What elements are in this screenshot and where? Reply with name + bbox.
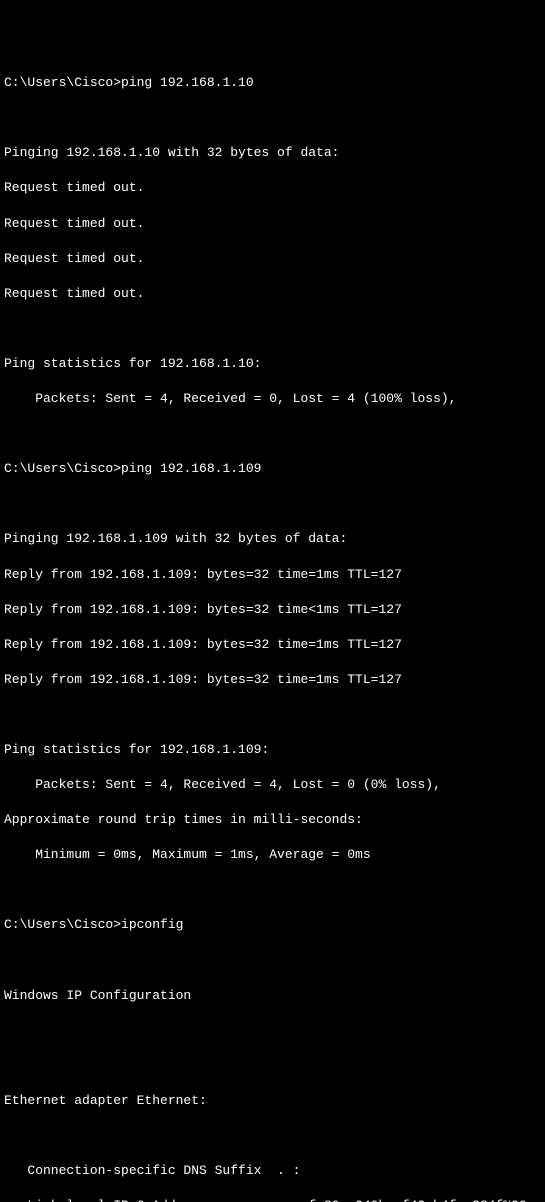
- ipconfig-header: Windows IP Configuration: [4, 987, 541, 1005]
- ping2-reply-4: Reply from 192.168.1.109: bytes=32 time=…: [4, 671, 541, 689]
- ping2-stats-header: Ping statistics for 192.168.1.109:: [4, 741, 541, 759]
- blank: [4, 495, 541, 513]
- ping2-reply-1: Reply from 192.168.1.109: bytes=32 time=…: [4, 566, 541, 584]
- ping2-reply-2: Reply from 192.168.1.109: bytes=32 time<…: [4, 601, 541, 619]
- blank: [4, 320, 541, 338]
- prompt-line-2[interactable]: C:\Users\Cisco>ping 192.168.1.109: [4, 460, 541, 478]
- ping2-packets: Packets: Sent = 4, Received = 4, Lost = …: [4, 776, 541, 794]
- prompt-path: C:\Users\Cisco>: [4, 75, 121, 90]
- ping2-rtt: Minimum = 0ms, Maximum = 1ms, Average = …: [4, 846, 541, 864]
- blank: [4, 1022, 541, 1040]
- blank: [4, 706, 541, 724]
- ping2-header: Pinging 192.168.1.109 with 32 bytes of d…: [4, 530, 541, 548]
- ping2-rtt-header: Approximate round trip times in milli-se…: [4, 811, 541, 829]
- blank: [4, 1057, 541, 1075]
- ping1-stats-header: Ping statistics for 192.168.1.10:: [4, 355, 541, 373]
- prompt-line-3[interactable]: C:\Users\Cisco>ipconfig: [4, 916, 541, 934]
- command-text: ping 192.168.1.109: [121, 461, 261, 476]
- dns-suffix: Connection-specific DNS Suffix . :: [4, 1162, 541, 1180]
- ping1-reply-3: Request timed out.: [4, 250, 541, 268]
- ping1-packets: Packets: Sent = 4, Received = 0, Lost = …: [4, 390, 541, 408]
- command-text: ping 192.168.1.10: [121, 75, 254, 90]
- ipv6-address: Link-local IPv6 Address . . . . . : fe80…: [4, 1197, 541, 1202]
- blank: [4, 425, 541, 443]
- ping1-reply-4: Request timed out.: [4, 285, 541, 303]
- prompt-path: C:\Users\Cisco>: [4, 917, 121, 932]
- command-text: ipconfig: [121, 917, 183, 932]
- ping1-reply-2: Request timed out.: [4, 215, 541, 233]
- ping2-reply-3: Reply from 192.168.1.109: bytes=32 time=…: [4, 636, 541, 654]
- blank: [4, 109, 541, 127]
- blank: [4, 1127, 541, 1145]
- prompt-line-1[interactable]: C:\Users\Cisco>ping 192.168.1.10: [4, 74, 541, 92]
- adapter-header: Ethernet adapter Ethernet:: [4, 1092, 541, 1110]
- prompt-path: C:\Users\Cisco>: [4, 461, 121, 476]
- ping1-header: Pinging 192.168.1.10 with 32 bytes of da…: [4, 144, 541, 162]
- ping1-reply-1: Request timed out.: [4, 179, 541, 197]
- blank: [4, 881, 541, 899]
- blank: [4, 952, 541, 970]
